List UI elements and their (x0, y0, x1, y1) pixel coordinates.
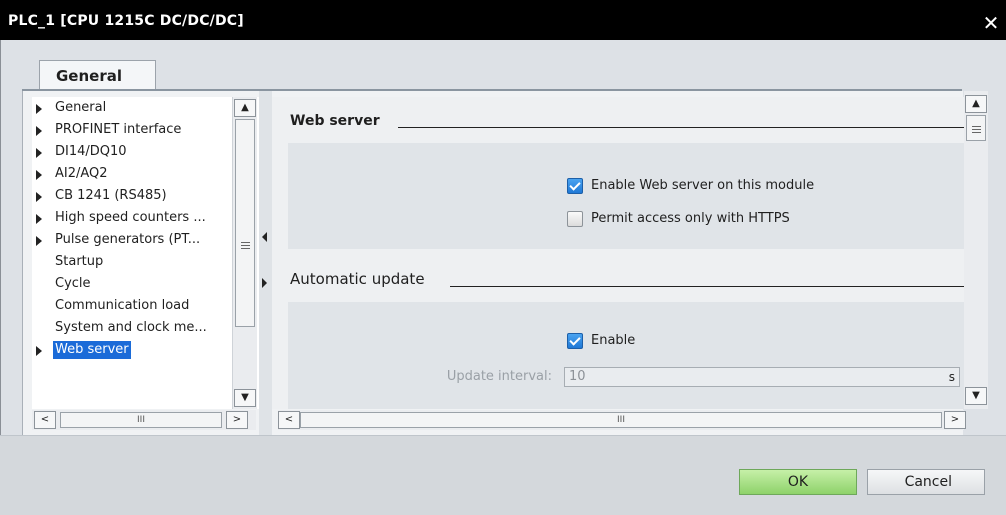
scroll-thumb[interactable]: III (60, 412, 222, 428)
scroll-thumb[interactable] (966, 115, 986, 141)
scroll-thumb[interactable]: III (300, 412, 942, 428)
web-server-group (288, 143, 965, 249)
enable-auto-update-checkbox[interactable] (567, 333, 583, 349)
section-divider (450, 286, 965, 287)
window-title: PLC_1 [CPU 1215C DC/DC/DC] (8, 13, 244, 29)
scroll-thumb[interactable] (235, 119, 255, 327)
enable-auto-update-label: Enable (591, 333, 636, 348)
scroll-left-icon[interactable]: < (34, 411, 56, 429)
tree-item-label: Startup (55, 254, 104, 269)
grip-line (241, 242, 250, 243)
https-only-label: Permit access only with HTTPS (591, 211, 790, 226)
tree-item-label: DI14/DQ10 (55, 144, 127, 159)
scroll-up-icon[interactable]: ▲ (234, 99, 256, 117)
tree-item-label: AI2/AQ2 (55, 166, 108, 181)
section-title-web-server: Web server (290, 113, 380, 129)
tree-horizontal-scrollbar[interactable]: < III > (32, 410, 256, 430)
tree-item-label: Cycle (55, 276, 91, 291)
tree-item-label: CB 1241 (RS485) (55, 188, 167, 203)
scroll-down-icon[interactable]: ▼ (965, 387, 987, 405)
expand-arrow-icon[interactable] (36, 170, 42, 180)
section-divider (398, 127, 965, 128)
scroll-right-icon[interactable]: > (944, 411, 966, 429)
collapse-left-icon[interactable] (262, 232, 267, 242)
ok-button[interactable]: OK (739, 469, 857, 495)
enable-web-server-label: Enable Web server on this module (591, 178, 815, 193)
tree-item-label: Web server (53, 341, 131, 359)
expand-arrow-icon[interactable] (36, 104, 42, 114)
tree-vertical-scrollbar[interactable]: ▲ ▼ (232, 97, 257, 409)
cancel-button[interactable]: Cancel (867, 469, 985, 495)
expand-arrow-icon[interactable] (36, 346, 42, 356)
scroll-down-icon[interactable]: ▼ (234, 389, 256, 407)
update-interval-field[interactable]: 10 s (564, 367, 960, 387)
navigation-tree: General PROFINET interface DI14/DQ10 AI2… (32, 97, 260, 409)
close-icon[interactable]: ✕ (980, 12, 1002, 34)
grip-line (241, 248, 250, 249)
scroll-left-icon[interactable]: < (278, 411, 300, 429)
enable-web-server-checkbox[interactable] (567, 178, 583, 194)
tree-item-label: Communication load (55, 298, 190, 313)
grip-line (972, 132, 981, 133)
tree-item-label: System and clock me... (55, 320, 207, 335)
content-vertical-scrollbar[interactable]: ▲ ▼ (964, 91, 988, 409)
scroll-right-icon[interactable]: > (226, 411, 248, 429)
expand-arrow-icon[interactable] (36, 148, 42, 158)
pane-splitter[interactable] (259, 91, 272, 435)
expand-arrow-icon[interactable] (36, 192, 42, 202)
tree-item-label: High speed counters ... (55, 210, 206, 225)
grip-line (972, 129, 981, 130)
https-only-checkbox[interactable] (567, 211, 583, 227)
grip-line (972, 126, 981, 127)
content-horizontal-scrollbar[interactable]: < III > (278, 410, 966, 430)
automatic-update-group (288, 302, 965, 409)
tree-item-label: Pulse generators (PT... (55, 232, 201, 247)
tab-general[interactable]: General (39, 60, 156, 90)
scroll-up-icon[interactable]: ▲ (965, 95, 987, 113)
tree-item-label: PROFINET interface (55, 122, 182, 137)
expand-arrow-icon[interactable] (36, 126, 42, 136)
expand-arrow-icon[interactable] (36, 214, 42, 224)
expand-arrow-icon[interactable] (36, 236, 42, 246)
content-area: Web server Enable Web server on this mod… (272, 97, 965, 409)
title-bar: PLC_1 [CPU 1215C DC/DC/DC] ✕ (0, 0, 1006, 40)
section-title-automatic-update: Automatic update (290, 270, 425, 288)
update-interval-value: 10 (569, 369, 586, 384)
update-interval-unit: s (948, 370, 955, 384)
update-interval-label: Update interval: (446, 369, 552, 384)
expand-right-icon[interactable] (262, 278, 267, 288)
tree-item-label: General (55, 100, 107, 115)
grip-line (241, 245, 250, 246)
